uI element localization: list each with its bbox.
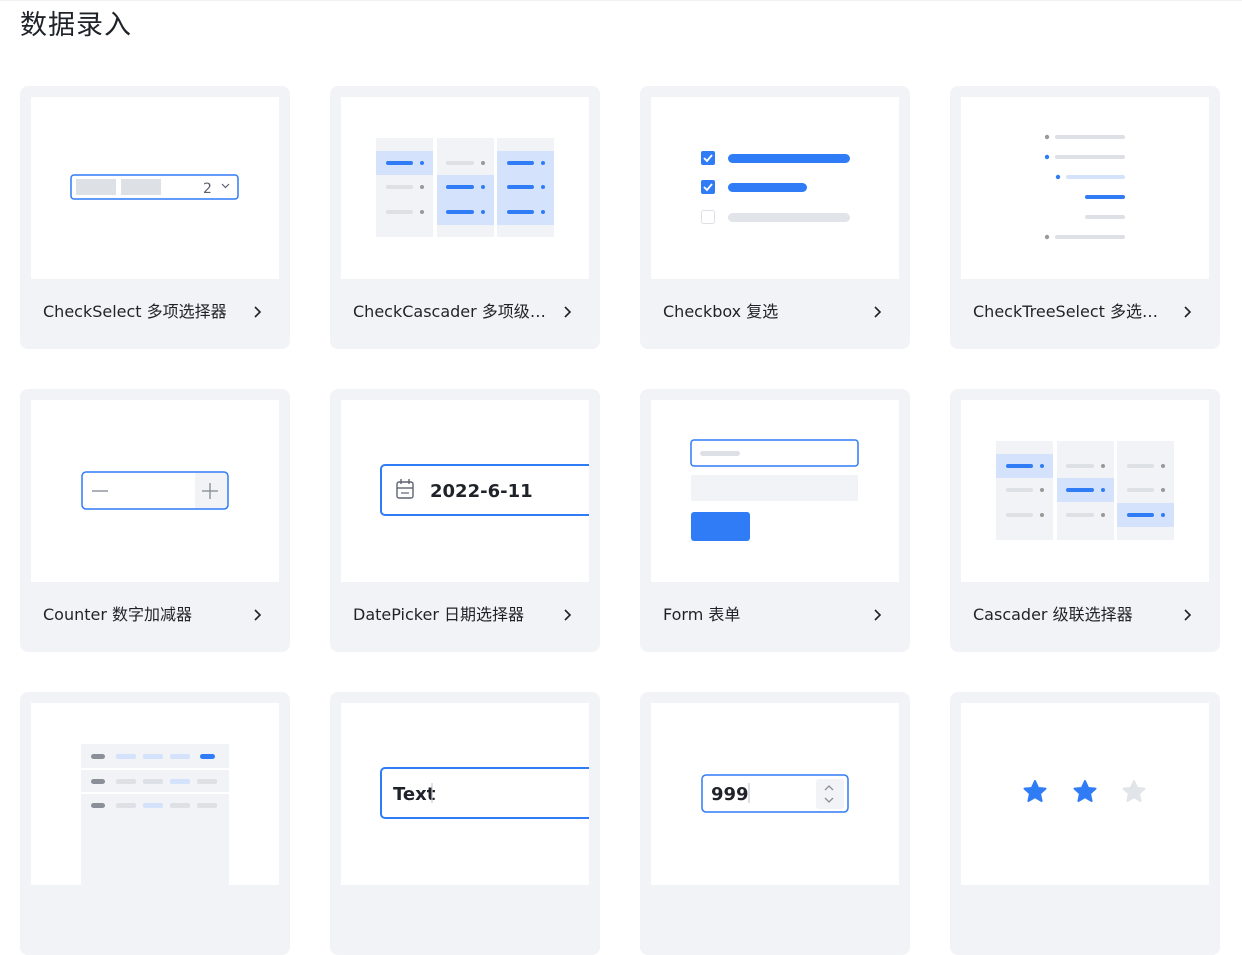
counter-preview [31,400,279,582]
card-counter[interactable]: Counter 数字加减器 [20,389,290,652]
component-grid: 2 CheckSelect 多项选择器 CheckCascader 多项级联 C… [20,86,1220,955]
star-icon [1073,780,1097,802]
form-preview [651,400,899,582]
chevron-right-icon [562,608,574,622]
cascader-icon [996,441,1174,540]
card-checktreeselect[interactable]: CheckTreeSelect 多选树选择器 [950,86,1220,349]
card-table[interactable] [20,692,290,955]
calendar-icon [396,479,414,499]
number-input-icon: 999 [701,774,849,813]
card-label: CheckTreeSelect 多选树选择器 [973,302,1173,321]
card-checkcascader[interactable]: CheckCascader 多项级联选择器 [330,86,600,349]
number-input-preview: 999 [651,703,899,885]
checktreeselect-preview [961,97,1209,279]
top-divider [0,0,1242,1]
card-label: CheckCascader 多项级联选择器 [353,302,553,321]
card-datepicker[interactable]: 2022-6-11 DatePicker 日期选择器 [330,389,600,652]
card-rate[interactable] [950,692,1220,955]
svg-text:2: 2 [203,181,212,197]
card-cascader[interactable]: Cascader 级联选择器 [950,389,1220,652]
chevron-right-icon [1182,608,1194,622]
checkbox-icon [701,151,850,224]
section-title: 数据录入 [20,10,132,41]
check-select-icon: 2 [70,174,239,200]
card-label: Form 表单 [663,605,741,624]
counter-icon [81,471,229,510]
card-text-input[interactable]: Text [330,692,600,955]
chevron-right-icon [1182,305,1194,319]
chevron-right-icon [252,305,264,319]
table-icon [81,744,229,885]
check-cascader-icon [376,138,554,237]
card-label: Cascader 级联选择器 [973,605,1133,624]
checkbox-preview [651,97,899,279]
datepicker-preview: 2022-6-11 [341,400,589,582]
checkcascader-preview [341,97,589,279]
card-checkbox[interactable]: Checkbox 复选 [640,86,910,349]
cascader-preview [961,400,1209,582]
card-label: Checkbox 复选 [663,302,779,321]
table-preview [31,703,279,885]
star-icon [1023,780,1047,802]
chevron-right-icon [872,608,884,622]
rate-preview [961,703,1209,885]
card-form[interactable]: Form 表单 [640,389,910,652]
chevron-right-icon [872,305,884,319]
chevron-right-icon [252,608,264,622]
svg-text:2022-6-11: 2022-6-11 [430,481,533,502]
text-input-icon: Text [380,767,589,819]
form-icon [690,439,859,541]
card-checkselect[interactable]: 2 CheckSelect 多项选择器 [20,86,290,349]
card-label: CheckSelect 多项选择器 [43,302,227,321]
card-label: DatePicker 日期选择器 [353,605,524,624]
svg-text:999: 999 [711,784,749,805]
svg-text:Text: Text [393,784,436,805]
star-icon [1122,780,1146,802]
checkselect-preview: 2 [31,97,279,279]
card-label: Counter 数字加减器 [43,605,193,624]
text-input-preview: Text [341,703,589,885]
card-number-input[interactable]: 999 [640,692,910,955]
tree-select-icon [1044,134,1125,240]
chevron-right-icon [562,305,574,319]
